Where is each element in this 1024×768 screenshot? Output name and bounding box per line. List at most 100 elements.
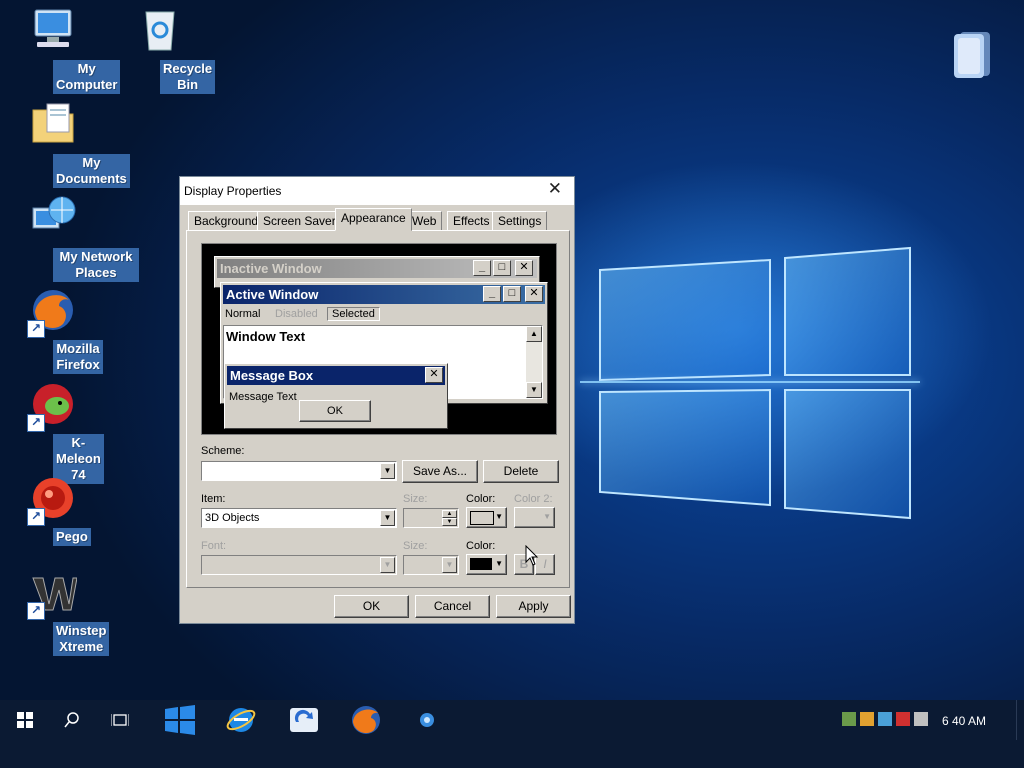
chevron-down-icon: ▼	[543, 512, 551, 521]
windows-tile-icon	[165, 705, 195, 735]
desktop-icon-k-meleon[interactable]: ↗ K-Meleon 74	[3, 380, 104, 484]
message-box-title: Message Box	[227, 366, 445, 385]
chevron-down-icon: ▼	[495, 512, 503, 521]
ok-button[interactable]: OK	[334, 595, 409, 618]
desktop-icon-label: My Documents	[53, 154, 130, 188]
desktop-icon-label: Pego	[53, 528, 91, 546]
item-select[interactable]: 3D Objects ▼	[201, 508, 397, 528]
item-size-spinner: ▲ ▼	[403, 508, 459, 528]
shortcut-arrow-icon: ↗	[27, 414, 45, 432]
sync-icon	[290, 708, 318, 732]
desktop-icon-mozilla-firefox[interactable]: ↗ Mozilla Firefox	[3, 286, 103, 374]
chevron-down-icon: ▼	[380, 510, 395, 526]
scroll-down-icon: ▼	[526, 382, 542, 398]
dock-folder-icon[interactable]	[944, 28, 1000, 82]
scheme-label: Scheme:	[201, 445, 245, 457]
taskbar-internet-explorer[interactable]	[219, 700, 263, 740]
desktop-icon-my-documents[interactable]: My Documents	[3, 100, 130, 188]
chevron-down-icon: ▼	[442, 557, 457, 573]
desktop-icon-label: Recycle Bin	[160, 60, 216, 94]
tray-network-icon[interactable]	[842, 712, 856, 726]
maximize-icon: □	[503, 286, 521, 302]
minimize-icon: _	[483, 286, 501, 302]
taskbar-k-meleon[interactable]	[405, 700, 449, 740]
scroll-up-icon: ▲	[526, 326, 542, 342]
tab-settings[interactable]: Settings	[492, 211, 548, 230]
spin-up-icon: ▲	[442, 510, 457, 518]
apply-button[interactable]: Apply	[496, 595, 571, 618]
recycle-bin-icon	[136, 6, 184, 54]
internet-explorer-icon	[226, 708, 256, 732]
dialog-title: Display Properties	[184, 184, 282, 198]
preview-window-text: Window Text	[226, 329, 306, 344]
item-color2-button: ▼	[514, 507, 555, 528]
minimize-icon: _	[473, 260, 491, 276]
tray-app-icon[interactable]	[860, 712, 874, 726]
delete-button[interactable]: Delete	[483, 460, 559, 483]
tab-screen-saver[interactable]: Screen Saver	[257, 211, 342, 230]
tab-appearance[interactable]: Appearance	[335, 208, 412, 231]
cancel-button[interactable]: Cancel	[415, 595, 490, 618]
show-desktop-button[interactable]	[1016, 700, 1024, 740]
tray-volume-icon[interactable]	[914, 712, 928, 726]
close-icon[interactable]: ✕	[548, 179, 562, 199]
tray-chart-icon[interactable]	[878, 712, 892, 726]
appearance-preview[interactable]: Inactive Window _ □ ✕ Active Window _ □ …	[201, 243, 557, 435]
tray-kaspersky-icon[interactable]	[896, 712, 910, 726]
display-properties-dialog: Display Properties ✕ Background Screen S…	[179, 176, 575, 624]
preview-menu-disabled: Disabled	[275, 308, 318, 320]
windows-wallpaper-logo	[599, 246, 911, 520]
preview-menu-selected: Selected	[327, 307, 380, 321]
desktop-icon-my-network-places[interactable]: My Network Places	[3, 194, 139, 282]
light-beam	[580, 381, 920, 383]
winstep-icon: ↗	[27, 568, 78, 620]
item-color2-label: Color 2:	[514, 493, 553, 505]
color-swatch	[470, 511, 494, 525]
taskbar-firefox[interactable]	[344, 700, 388, 740]
scheme-select[interactable]: ▼	[201, 461, 397, 481]
spin-down-icon: ▼	[442, 518, 457, 526]
close-icon: ✕	[525, 286, 543, 302]
save-as-button[interactable]: Save As...	[402, 460, 478, 483]
close-icon: ✕	[425, 367, 443, 383]
desktop-icon-pego[interactable]: ↗ Pego	[3, 474, 103, 560]
task-view-icon	[111, 714, 129, 726]
desktop-icon-label: My Network Places	[53, 248, 139, 282]
k-meleon-icon: ↗	[27, 380, 77, 432]
message-box-text: Message Text	[229, 391, 297, 403]
search-icon	[64, 712, 79, 728]
search-button[interactable]	[50, 700, 94, 740]
network-places-icon	[29, 194, 77, 242]
documents-folder-icon	[29, 100, 77, 148]
close-icon: ✕	[515, 260, 533, 276]
desktop-icon-winstep-xtreme[interactable]: ↗ Winstep Xtreme	[3, 568, 110, 656]
shortcut-arrow-icon: ↗	[27, 508, 45, 526]
font-size-label: Size:	[403, 540, 428, 552]
desktop-icon-recycle-bin[interactable]: Recycle Bin	[110, 6, 216, 94]
taskbar-windows-tile[interactable]	[158, 700, 202, 740]
firefox-icon: ↗	[27, 286, 77, 338]
preview-message-box[interactable]: Message Box ✕ Message Text OK	[224, 363, 448, 429]
chevron-down-icon: ▼	[380, 557, 395, 573]
preview-scrollbar: ▲ ▼	[526, 326, 542, 398]
item-label: Item:	[201, 493, 226, 505]
item-color-label: Color:	[466, 493, 496, 505]
taskbar-sync-app[interactable]	[282, 700, 326, 740]
desktop-icon-my-computer[interactable]: My Computer	[3, 6, 121, 94]
item-color-button[interactable]: ▼	[466, 507, 507, 528]
font-color-button[interactable]: ▼	[466, 554, 507, 575]
tab-effects[interactable]: Effects	[447, 211, 496, 230]
desktop-icon-label: Winstep Xtreme	[53, 622, 110, 656]
preview-menu-normal: Normal	[225, 308, 261, 320]
item-value: 3D Objects	[205, 512, 260, 524]
maximize-icon: □	[493, 260, 511, 276]
task-view-button[interactable]	[98, 700, 142, 740]
clock[interactable]: 6 40 AM	[942, 714, 986, 728]
start-button[interactable]	[2, 700, 46, 740]
tab-background[interactable]: Background	[188, 211, 265, 230]
pego-icon: ↗	[27, 474, 77, 526]
font-select: ▼	[201, 555, 397, 575]
shortcut-arrow-icon: ↗	[27, 602, 45, 620]
message-box-ok-button: OK	[299, 400, 371, 422]
dialog-titlebar[interactable]: Display Properties ✕	[180, 177, 574, 205]
